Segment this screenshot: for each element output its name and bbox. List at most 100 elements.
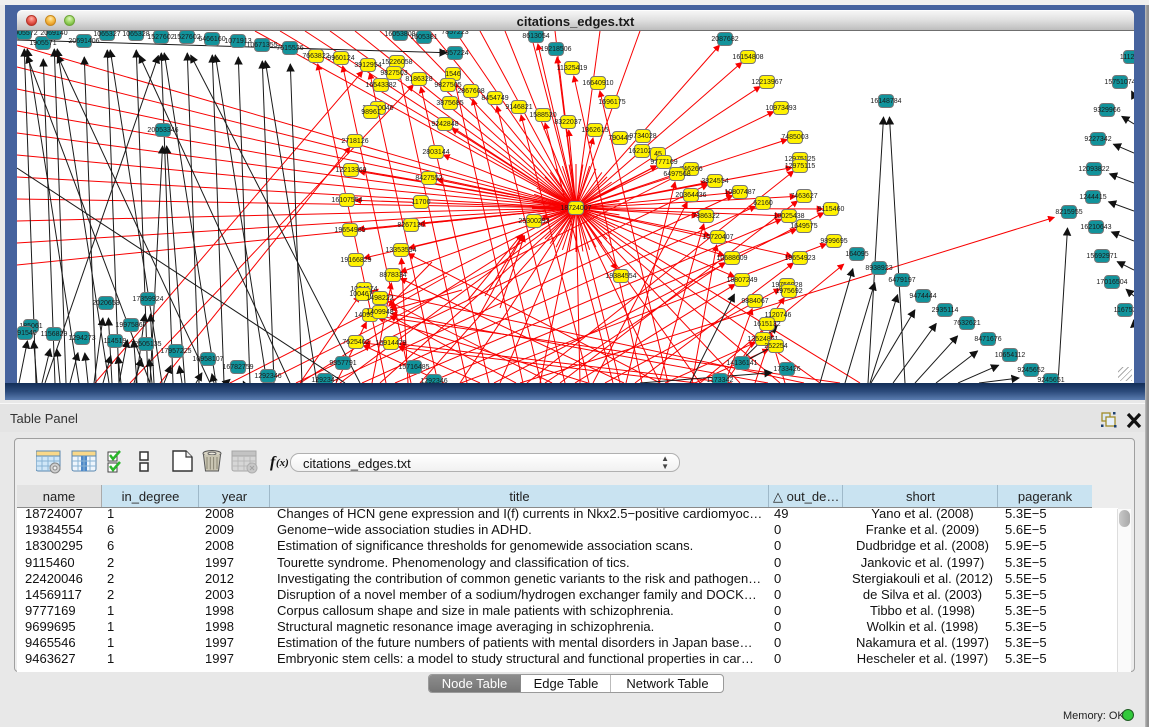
- svg-text:1905571: 1905571: [29, 40, 56, 47]
- svg-text:16782759: 16782759: [222, 364, 253, 371]
- svg-text:2069140: 2069140: [40, 31, 67, 37]
- svg-text:2087682: 2087682: [711, 36, 738, 43]
- svg-text:17016504: 17016504: [1096, 279, 1127, 286]
- svg-text:2803144: 2803144: [422, 149, 449, 156]
- svg-text:8427552: 8427552: [415, 175, 442, 182]
- svg-text:9245651: 9245651: [1037, 377, 1064, 383]
- svg-text:1588520: 1588520: [529, 112, 556, 119]
- svg-text:1409948: 1409948: [366, 309, 393, 316]
- svg-text:15692971: 15692971: [1086, 253, 1117, 260]
- svg-text:15716485: 15716485: [398, 364, 429, 371]
- svg-text:8613054: 8613054: [522, 33, 549, 40]
- svg-text:8938923: 8938923: [865, 265, 892, 272]
- svg-text:1173342: 1173342: [707, 377, 734, 383]
- svg-text:7463627: 7463627: [790, 193, 817, 200]
- svg-text:17359924: 17359924: [132, 296, 163, 303]
- svg-text:8267130: 8267130: [397, 222, 424, 229]
- svg-text:7386322: 7386322: [692, 213, 719, 220]
- svg-text:9474444: 9474444: [909, 293, 936, 300]
- svg-text:1292346: 1292346: [254, 373, 281, 380]
- svg-text:1527602: 1527602: [147, 34, 174, 41]
- svg-text:7632621: 7632621: [953, 320, 980, 327]
- svg-text:114519: 114519: [104, 338, 127, 345]
- svg-text:12975115: 12975115: [785, 163, 816, 170]
- svg-text:15720407: 15720407: [702, 234, 733, 241]
- svg-text:10958107: 10958107: [192, 356, 223, 363]
- svg-text:7663822: 7663822: [302, 53, 329, 60]
- svg-text:1649575: 1649575: [790, 223, 817, 230]
- svg-text:1292346: 1292346: [420, 378, 447, 383]
- svg-text:2718126: 2718126: [341, 138, 368, 145]
- svg-text:1498222: 1498222: [366, 295, 393, 302]
- svg-text:8186328: 8186328: [405, 76, 432, 83]
- svg-text:2935114: 2935114: [932, 307, 959, 314]
- svg-text:7515526: 7515526: [276, 45, 303, 52]
- svg-text:11700: 11700: [412, 199, 431, 206]
- svg-text:116753: 116753: [1114, 307, 1134, 314]
- svg-text:17957225: 17957225: [160, 348, 191, 355]
- svg-text:19384554: 19384554: [605, 273, 636, 280]
- svg-text:1065327: 1065327: [93, 31, 120, 38]
- svg-text:6466160: 6466160: [198, 36, 225, 43]
- svg-text:6497568: 6497568: [663, 171, 690, 178]
- svg-text:7857224: 7857224: [441, 50, 468, 57]
- svg-text:62160: 62160: [753, 200, 773, 207]
- svg-text:9827503: 9827503: [380, 70, 407, 77]
- svg-text:18807249: 18807249: [726, 277, 757, 284]
- svg-text:9245652: 9245652: [1017, 367, 1044, 374]
- svg-text:10671355: 10671355: [246, 42, 277, 49]
- svg-text:1546: 1546: [445, 71, 461, 78]
- svg-text:16210643: 16210643: [1080, 224, 1111, 231]
- svg-text:6479197: 6479197: [888, 277, 915, 284]
- svg-text:7485003: 7485003: [781, 134, 808, 141]
- svg-text:1156829: 1156829: [41, 331, 68, 338]
- svg-text:12213369: 12213369: [335, 167, 366, 174]
- svg-text:1696175: 1696175: [598, 99, 625, 106]
- svg-text:1065328: 1065328: [122, 31, 149, 38]
- svg-text:1362615: 1362615: [581, 127, 608, 134]
- svg-text:8215955: 8215955: [1055, 209, 1082, 216]
- svg-text:8322037: 8322037: [554, 119, 581, 126]
- svg-text:15751074: 15751074: [1104, 79, 1134, 86]
- svg-text:16154808: 16154808: [732, 54, 763, 61]
- svg-text:9227342: 9227342: [1084, 136, 1111, 143]
- svg-text:7857223: 7857223: [441, 31, 468, 36]
- svg-text:20364436: 20364436: [675, 192, 706, 199]
- svg-text:11325419: 11325419: [557, 65, 588, 72]
- svg-text:9899695: 9899695: [820, 238, 847, 245]
- svg-text:9329966: 9329966: [1093, 107, 1120, 114]
- svg-text:16543382: 16543382: [365, 82, 396, 89]
- svg-text:1294273: 1294273: [68, 335, 95, 342]
- svg-text:19975867: 19975867: [115, 322, 146, 329]
- svg-text:252254: 252254: [764, 343, 787, 350]
- svg-text:98961: 98961: [361, 109, 381, 116]
- svg-text:25300293: 25300293: [518, 218, 549, 225]
- svg-text:790445: 790445: [608, 135, 631, 142]
- svg-text:1605381: 1605381: [410, 34, 437, 41]
- svg-text:2867608: 2867608: [457, 88, 484, 95]
- svg-text:16148784: 16148784: [870, 98, 901, 105]
- svg-text:19166829: 19166829: [340, 257, 371, 264]
- svg-text:3824554: 3824554: [701, 178, 728, 185]
- svg-text:8454749: 8454749: [481, 95, 508, 102]
- svg-text:3875685: 3875685: [436, 100, 463, 107]
- svg-text:8471676: 8471676: [974, 336, 1001, 343]
- svg-text:20053346: 20053346: [147, 127, 178, 134]
- svg-text:12213967: 12213967: [751, 79, 782, 86]
- svg-text:9242848: 9242848: [431, 121, 458, 128]
- svg-text:7625402: 7625402: [342, 339, 369, 346]
- svg-text:9734028: 9734028: [629, 133, 656, 140]
- svg-text:8878334: 8878334: [379, 272, 406, 279]
- svg-text:10654112: 10654112: [995, 352, 1026, 359]
- svg-text:1905572: 1905572: [17, 31, 38, 37]
- svg-text:164095: 164095: [845, 251, 868, 258]
- svg-text:18724007: 18724007: [560, 205, 591, 212]
- svg-text:10807487: 10807487: [724, 189, 755, 196]
- svg-text:1244415: 1244415: [1079, 194, 1106, 201]
- svg-text:(x): (x): [276, 457, 289, 469]
- svg-text:10688609: 10688609: [716, 255, 747, 262]
- svg-text:3912954: 3912954: [354, 62, 381, 69]
- svg-text:14136141: 14136141: [726, 360, 757, 367]
- svg-text:16107554: 16107554: [331, 197, 362, 204]
- svg-text:111254: 111254: [1120, 54, 1134, 61]
